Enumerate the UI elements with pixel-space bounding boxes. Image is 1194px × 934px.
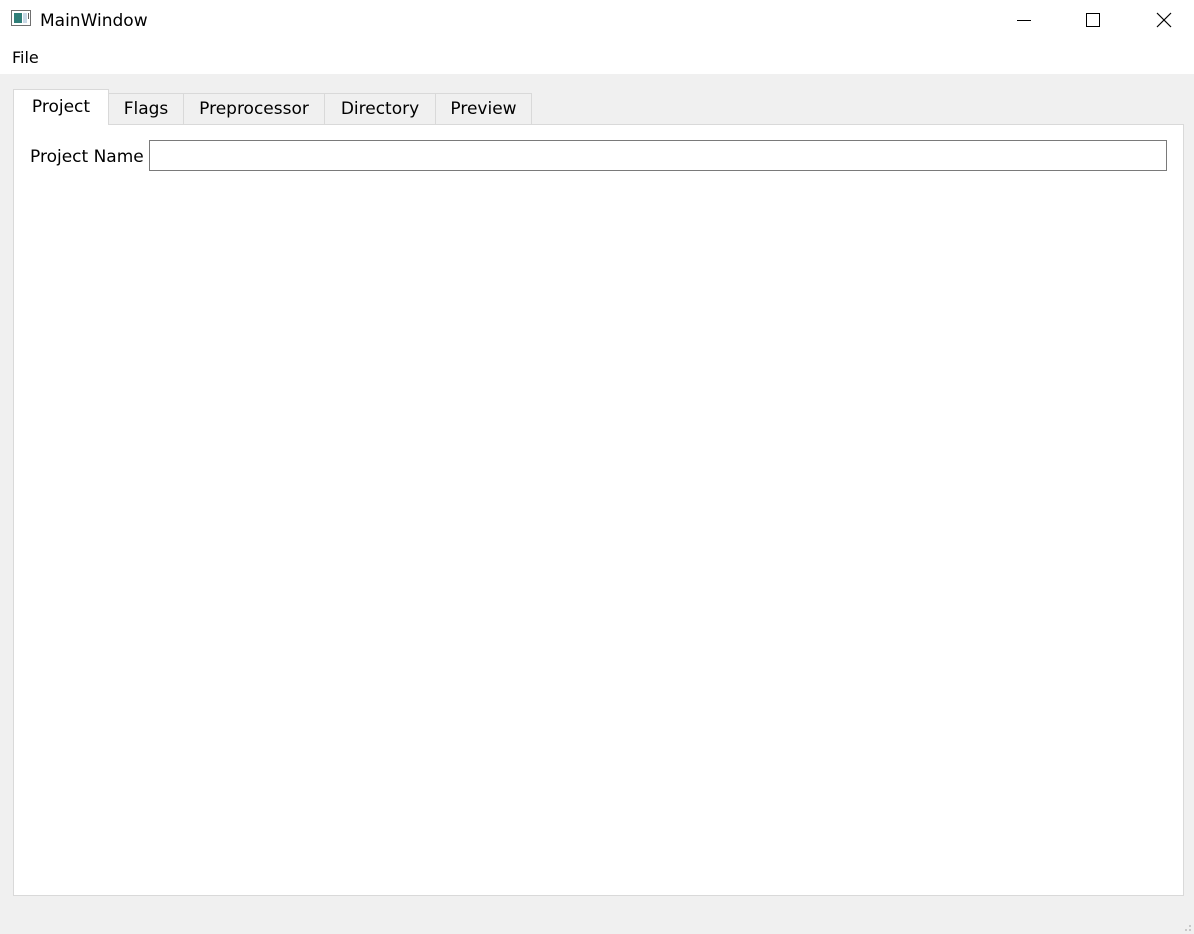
tab-directory-label: Directory [340, 99, 420, 119]
tab-project-label: Project [31, 97, 91, 117]
menu-bar: File [0, 42, 1194, 74]
tab-project[interactable]: Project [13, 89, 109, 125]
project-tab-panel: Project Name [13, 124, 1184, 896]
title-bar[interactable]: MainWindow [0, 0, 1194, 42]
window-title: MainWindow [40, 11, 148, 31]
maximize-icon [1086, 13, 1100, 27]
tab-flags[interactable]: Flags [108, 93, 184, 124]
tab-flags-label: Flags [123, 99, 169, 119]
app-window-icon [11, 10, 31, 26]
project-name-label: Project Name [30, 147, 144, 167]
size-grip-icon[interactable] [1180, 920, 1192, 932]
close-icon [1156, 12, 1172, 28]
project-name-input[interactable] [149, 140, 1167, 171]
minimize-icon [1017, 20, 1031, 21]
tab-bar: Project Flags Preprocessor Directory Pre… [13, 89, 1013, 125]
status-bar [0, 910, 1194, 934]
tab-preprocessor[interactable]: Preprocessor [183, 93, 325, 124]
close-button[interactable] [1141, 0, 1187, 40]
maximize-button[interactable] [1070, 0, 1116, 40]
tab-preprocessor-label: Preprocessor [199, 99, 309, 119]
minimize-button[interactable] [1001, 0, 1047, 40]
tab-directory[interactable]: Directory [324, 93, 436, 124]
main-window: MainWindow File Project Flags Preprocess… [0, 0, 1194, 934]
tab-preview[interactable]: Preview [435, 93, 532, 124]
tab-preview-label: Preview [450, 99, 517, 119]
menu-file[interactable]: File [4, 46, 47, 70]
